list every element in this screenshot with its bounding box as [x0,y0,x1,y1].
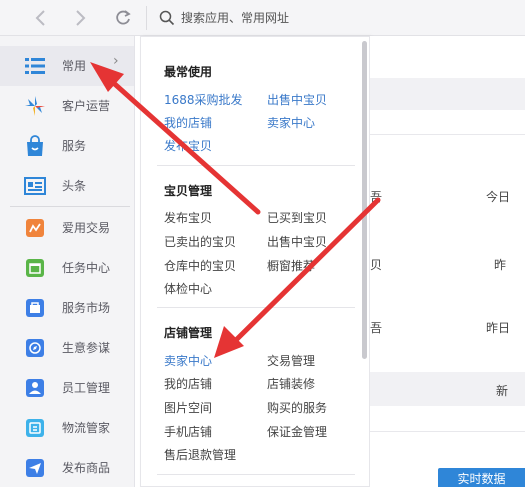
link-my-shop[interactable]: 我的店铺 [164,114,212,131]
compass-icon [26,339,44,357]
chevron-right-icon: › [113,53,119,69]
chevron-right-icon [76,10,86,26]
text-fragment: 昨 [494,258,507,272]
search-input[interactable] [181,8,511,28]
link-my-shop[interactable]: 我的店铺 [164,375,212,392]
trade-icon [26,219,44,237]
search-icon [159,10,175,26]
news-card-icon [24,177,46,195]
market-icon [26,299,44,317]
link-purchased-services[interactable]: 购买的服务 [267,399,327,416]
sidebar-item-publish-product[interactable]: 发布商品 [0,448,134,487]
list-icon [25,58,45,74]
sidebar-item-label: 客户运营 [62,99,111,113]
sidebar-item-service-market[interactable]: 服务市场 [0,288,134,328]
sidebar-item-customer-ops[interactable]: 客户运营 [0,86,134,126]
main-content-area: 吾 今日 贝 昨 吾 昨日 新 实时数据 [370,36,525,487]
link-1688-wholesale[interactable]: 1688采购批发 [164,91,243,108]
section-title-most-used: 最常使用 [164,65,213,79]
link-publish-item[interactable]: 发布宝贝 [164,137,212,154]
sidebar-item-business-advisor[interactable]: 生意参谋 [0,328,134,368]
sidebar-item-staff-management[interactable]: 员工管理 [0,368,134,408]
sidebar-item-label: 物流管家 [62,421,111,435]
sidebar-item-label: 发布商品 [62,461,111,475]
text-fragment: 吾 [370,190,383,204]
send-icon [26,459,44,477]
link-mobile-shop[interactable]: 手机店铺 [164,423,212,440]
sidebar-item-label: 头条 [62,179,87,193]
link-sold-items[interactable]: 已卖出的宝贝 [164,233,236,250]
link-showcase-recommend[interactable]: 橱窗推荐 [267,257,315,274]
link-items-on-sale[interactable]: 出售中宝贝 [267,233,327,250]
link-shop-decoration[interactable]: 店铺装修 [267,375,315,392]
content-divider [370,134,525,135]
link-items-on-sale[interactable]: 出售中宝贝 [267,91,327,108]
sidebar-item-logistics[interactable]: 物流管家 [0,408,134,448]
frequent-flyout-menu: 最常使用 1688采购批发 出售中宝贝 我的店铺 卖家中心 发布宝贝 宝贝管理 … [140,36,370,487]
sidebar-item-service[interactable]: 服务 [0,126,134,166]
sidebar: 常用 › 客户运营 服务 头条 爱用交易 任务中心 服务市场 生意参谋 员工管理… [0,36,135,487]
link-image-space[interactable]: 图片空间 [164,399,212,416]
sidebar-item-label: 爱用交易 [62,221,111,235]
text-fragment: 新 [496,384,509,398]
sidebar-item-label: 员工管理 [62,381,111,395]
sparkle-icon [25,96,45,116]
link-trade-management[interactable]: 交易管理 [267,352,315,369]
link-publish-item[interactable]: 发布宝贝 [164,209,212,226]
text-fragment: 今日 [486,190,511,204]
realtime-data-button[interactable]: 实时数据 [438,468,525,487]
text-fragment: 吾 [370,321,383,335]
sidebar-item-frequent[interactable]: 常用 › [0,46,134,86]
section-divider [157,307,355,308]
link-deposit-management[interactable]: 保证金管理 [267,423,327,440]
sidebar-item-label: 服务市场 [62,301,111,315]
sidebar-divider [10,206,130,207]
person-icon [26,379,44,397]
section-title-shop-management: 店铺管理 [164,326,213,340]
link-after-sales-refund[interactable]: 售后退款管理 [164,446,236,463]
link-health-check-center[interactable]: 体检中心 [164,280,212,297]
sidebar-item-label: 任务中心 [62,261,111,275]
calendar-icon [26,259,44,277]
shopping-bag-icon [27,135,43,156]
scrollbar-thumb[interactable] [362,41,367,359]
browser-toolbar [0,0,525,36]
link-seller-center[interactable]: 卖家中心 [267,114,315,131]
truck-icon [26,419,44,437]
back-button[interactable] [30,6,52,30]
search-bar[interactable] [146,6,525,30]
link-purchased-items[interactable]: 已买到宝贝 [267,209,327,226]
text-fragment: 贝 [370,258,383,272]
section-divider [157,474,355,475]
sidebar-item-headlines[interactable]: 头条 [0,166,134,206]
sidebar-item-label: 服务 [62,139,87,153]
sidebar-item-aiyong-trade[interactable]: 爱用交易 [0,208,134,248]
content-header-band [370,78,525,110]
refresh-button[interactable] [112,6,134,30]
text-fragment: 昨日 [486,321,511,335]
link-seller-center[interactable]: 卖家中心 [164,352,212,369]
sidebar-item-task-center[interactable]: 任务中心 [0,248,134,288]
refresh-icon [116,10,131,25]
chevron-left-icon [35,10,45,26]
forward-button[interactable] [69,6,91,30]
link-warehouse-items[interactable]: 仓库中的宝贝 [164,257,236,274]
section-divider [157,165,355,166]
sidebar-item-label: 常用 [62,59,87,73]
section-title-item-management: 宝贝管理 [164,184,213,198]
content-divider [370,431,525,432]
sidebar-item-label: 生意参谋 [62,341,111,355]
